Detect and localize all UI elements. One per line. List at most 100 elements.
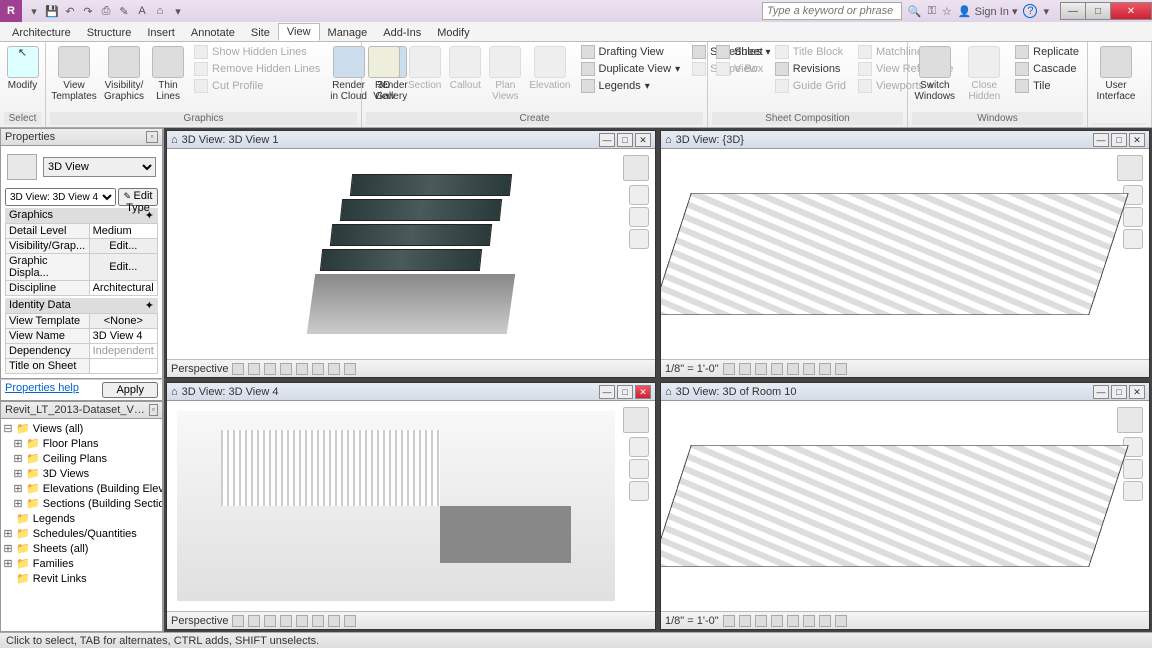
sheet-button[interactable]: Sheet (712, 44, 767, 60)
nav-bar[interactable] (629, 437, 649, 501)
view-control-bar[interactable]: 1/8" = 1'-0" (661, 611, 1149, 629)
modify-button[interactable]: ↖Modify (4, 44, 41, 93)
3d-view-button[interactable]: 3D View (366, 44, 402, 104)
vctrl-icon[interactable] (723, 363, 735, 375)
tab-modify[interactable]: Modify (429, 25, 477, 41)
tab-site[interactable]: Site (243, 25, 278, 41)
vctrl-icon[interactable] (835, 363, 847, 375)
vctrl-icon[interactable] (739, 363, 751, 375)
view-templates-button[interactable]: View Templates (50, 44, 98, 104)
scale-label[interactable]: Perspective (171, 363, 228, 375)
viewport-canvas[interactable] (661, 149, 1149, 359)
tab-manage[interactable]: Manage (320, 25, 376, 41)
redo-icon[interactable]: ↷ (80, 3, 96, 19)
vctrl-icon[interactable] (803, 363, 815, 375)
qat-icon[interactable]: ▾ (170, 3, 186, 19)
prop-row[interactable]: Detail LevelMedium (6, 224, 158, 239)
switch-windows-button[interactable]: Switch Windows (912, 44, 958, 104)
qat-icon[interactable]: ⌂ (152, 3, 168, 19)
maximize-button[interactable]: □ (617, 133, 633, 147)
vctrl-icon[interactable] (264, 615, 276, 627)
prop-row[interactable]: View Name3D View 4 (6, 329, 158, 344)
binoculars-icon[interactable]: 🔍 (908, 5, 922, 18)
vctrl-icon[interactable] (739, 615, 751, 627)
tree-item[interactable]: ⊟ 📁 Views (all) (3, 421, 160, 436)
tree-item[interactable]: ⊞ 📁 Families (3, 556, 160, 571)
tab-architecture[interactable]: Architecture (4, 25, 79, 41)
tile-button[interactable]: Tile (1011, 78, 1083, 94)
scale-label[interactable]: 1/8" = 1'-0" (665, 615, 719, 627)
vctrl-icon[interactable] (328, 363, 340, 375)
vctrl-icon[interactable] (344, 615, 356, 627)
viewcube-icon[interactable] (1117, 155, 1143, 181)
group-identity[interactable]: Identity Data✦ (5, 298, 158, 313)
vctrl-icon[interactable] (755, 615, 767, 627)
viewport-header[interactable]: ⌂3D View: {3D}—□✕ (661, 131, 1149, 149)
tree-item[interactable]: ⊞ 📁 3D Views (3, 466, 160, 481)
legends-button[interactable]: Legends ▾ (577, 78, 685, 94)
tab-structure[interactable]: Structure (79, 25, 140, 41)
edit-type-button[interactable]: ✎ Edit Type (118, 188, 158, 206)
minimize-button[interactable]: — (1060, 2, 1086, 20)
vctrl-icon[interactable] (819, 363, 831, 375)
dropdown-icon[interactable]: ▾ (1043, 5, 1049, 18)
qat-icon[interactable]: ✎ (116, 3, 132, 19)
viewport-header[interactable]: ⌂3D View: 3D of Room 10—□✕ (661, 383, 1149, 401)
close-button[interactable]: ✕ (1129, 385, 1145, 399)
tree-item[interactable]: ⊞ 📁 Elevations (Building Elevation) (3, 481, 160, 496)
nav-bar[interactable] (629, 185, 649, 249)
prop-row[interactable]: DisciplineArchitectural (6, 281, 158, 296)
prop-row[interactable]: Graphic Displa...Edit... (6, 254, 158, 281)
close-button[interactable]: ✕ (1129, 133, 1145, 147)
prop-row[interactable]: Visibility/Grap...Edit... (6, 239, 158, 254)
vctrl-icon[interactable] (803, 615, 815, 627)
cascade-button[interactable]: Cascade (1011, 61, 1083, 77)
tab-annotate[interactable]: Annotate (183, 25, 243, 41)
vctrl-icon[interactable] (280, 363, 292, 375)
view-control-bar[interactable]: Perspective (167, 611, 655, 629)
type-selector[interactable]: 3D View (43, 157, 156, 177)
viewport-header[interactable]: ⌂3D View: 3D View 1—□✕ (167, 131, 655, 149)
close-button[interactable]: ✕ (635, 385, 651, 399)
vctrl-icon[interactable] (232, 615, 244, 627)
viewport-canvas[interactable] (167, 149, 655, 359)
project-browser[interactable]: ⊟ 📁 Views (all)⊞ 📁 Floor Plans⊞ 📁 Ceilin… (0, 419, 163, 632)
tab-view[interactable]: View (278, 23, 320, 41)
open-icon[interactable]: ▾ (26, 3, 42, 19)
vctrl-icon[interactable] (723, 615, 735, 627)
vctrl-icon[interactable] (296, 363, 308, 375)
minimize-button[interactable]: — (599, 385, 615, 399)
view-control-bar[interactable]: 1/8" = 1'-0" (661, 359, 1149, 377)
viewport-canvas[interactable] (167, 401, 655, 611)
vctrl-icon[interactable] (312, 363, 324, 375)
tree-item[interactable]: ⊞ 📁 Sections (Building Section) (3, 496, 160, 511)
vctrl-icon[interactable] (248, 615, 260, 627)
search-input[interactable] (762, 2, 902, 20)
app-logo[interactable]: R (0, 0, 22, 22)
viewcube-icon[interactable] (623, 155, 649, 181)
apply-button[interactable]: Apply (102, 382, 158, 398)
drafting-view-button[interactable]: Drafting View (577, 44, 685, 60)
close-icon[interactable]: ▫ (149, 404, 158, 416)
tree-item[interactable]: 📁 Revit Links (3, 571, 160, 586)
close-button[interactable]: ✕ (1110, 2, 1152, 20)
vctrl-icon[interactable] (232, 363, 244, 375)
undo-icon[interactable]: ↶ (62, 3, 78, 19)
prop-row[interactable]: View Template<None> (6, 314, 158, 329)
vctrl-icon[interactable] (280, 615, 292, 627)
vctrl-icon[interactable] (787, 615, 799, 627)
maximize-button[interactable]: □ (1111, 385, 1127, 399)
qat-icon[interactable]: A (134, 3, 150, 19)
viewcube-icon[interactable] (1117, 407, 1143, 433)
save-icon[interactable]: 💾 (44, 3, 60, 19)
user-interface-button[interactable]: User Interface (1092, 44, 1140, 104)
visibility-graphics-button[interactable]: Visibility/ Graphics (102, 44, 146, 104)
instance-selector[interactable]: 3D View: 3D View 4 (5, 188, 116, 206)
scale-label[interactable]: 1/8" = 1'-0" (665, 363, 719, 375)
scale-label[interactable]: Perspective (171, 615, 228, 627)
minimize-button[interactable]: — (599, 133, 615, 147)
close-icon[interactable]: ▫ (146, 131, 158, 143)
tab-insert[interactable]: Insert (139, 25, 183, 41)
vctrl-icon[interactable] (328, 615, 340, 627)
properties-help-link[interactable]: Properties help (5, 382, 79, 398)
